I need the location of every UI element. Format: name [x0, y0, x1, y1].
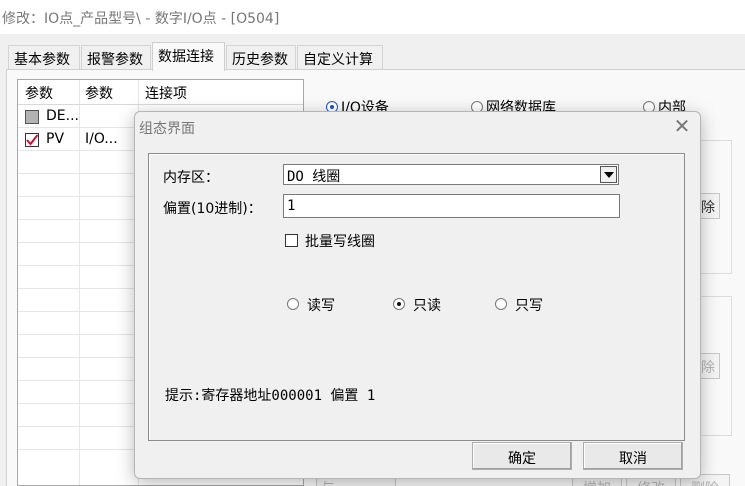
row-param-name: DE... [46, 108, 79, 124]
cancel-button[interactable]: 取消 [583, 442, 683, 470]
mode-read-only-label: 只读 [413, 298, 441, 314]
mode-read-write-radio[interactable] [287, 298, 299, 310]
window-title: 修改：IO点_产品型号\ - 数字I/O点 - [O504] [2, 11, 280, 27]
tab-basic-params[interactable]: 基本参数 [8, 45, 80, 70]
hint-text: 提示:寄存器地址000001 偏置 1 [165, 388, 376, 404]
mode-read-only-radio[interactable] [393, 298, 405, 310]
memory-area-select[interactable]: DO 线圈 [283, 164, 619, 185]
row-param-name: PV [46, 131, 65, 147]
offset-label: 偏置(10进制)： [163, 201, 262, 217]
mode-read-write-label: 读写 [307, 298, 335, 314]
row-checkbox[interactable] [25, 110, 39, 124]
dialog-title: 组态界面 [139, 121, 195, 137]
tab-alarm-params[interactable]: 报警参数 [81, 45, 151, 70]
row-param-value: I/O... [85, 131, 118, 147]
row-checkbox-checked[interactable] [25, 133, 39, 147]
batch-write-label: 批量写线圈 [305, 234, 375, 250]
mode-write-only-label: 只写 [515, 298, 543, 314]
close-icon[interactable]: ✕ [672, 114, 692, 138]
grid-header-connection[interactable]: 连接项 [145, 83, 187, 103]
checkmark-icon [26, 134, 39, 146]
grid-col-divider [79, 80, 80, 485]
chevron-down-icon[interactable] [600, 166, 617, 183]
offset-value: 1 [287, 198, 296, 214]
tab-history-params[interactable]: 历史参数 [226, 45, 296, 70]
mode-write-only-radio[interactable] [495, 298, 507, 310]
grid-header-param2[interactable]: 参数 [85, 83, 113, 103]
memory-area-label: 内存区： [163, 170, 219, 186]
ok-button[interactable]: 确定 [472, 442, 572, 470]
memory-area-value: DO 线圈 [287, 169, 341, 185]
grid-header-param[interactable]: 参数 [25, 83, 53, 103]
tab-data-connection[interactable]: 数据连接 [152, 42, 225, 71]
window-titlebar: 修改：IO点_产品型号\ - 数字I/O点 - [O504] [0, 0, 745, 34]
tab-strip: 基本参数 报警参数 数据连接 历史参数 自定义计算 [0, 42, 745, 71]
config-dialog: 组态界面 ✕ 内存区： DO 线圈 偏置(10进制)： 1 批量写线圈 读写 只… [134, 111, 701, 479]
batch-write-checkbox[interactable] [285, 234, 298, 247]
grid-header-divider [18, 104, 303, 105]
tab-custom-calc[interactable]: 自定义计算 [297, 45, 383, 70]
offset-input[interactable]: 1 [283, 194, 620, 218]
